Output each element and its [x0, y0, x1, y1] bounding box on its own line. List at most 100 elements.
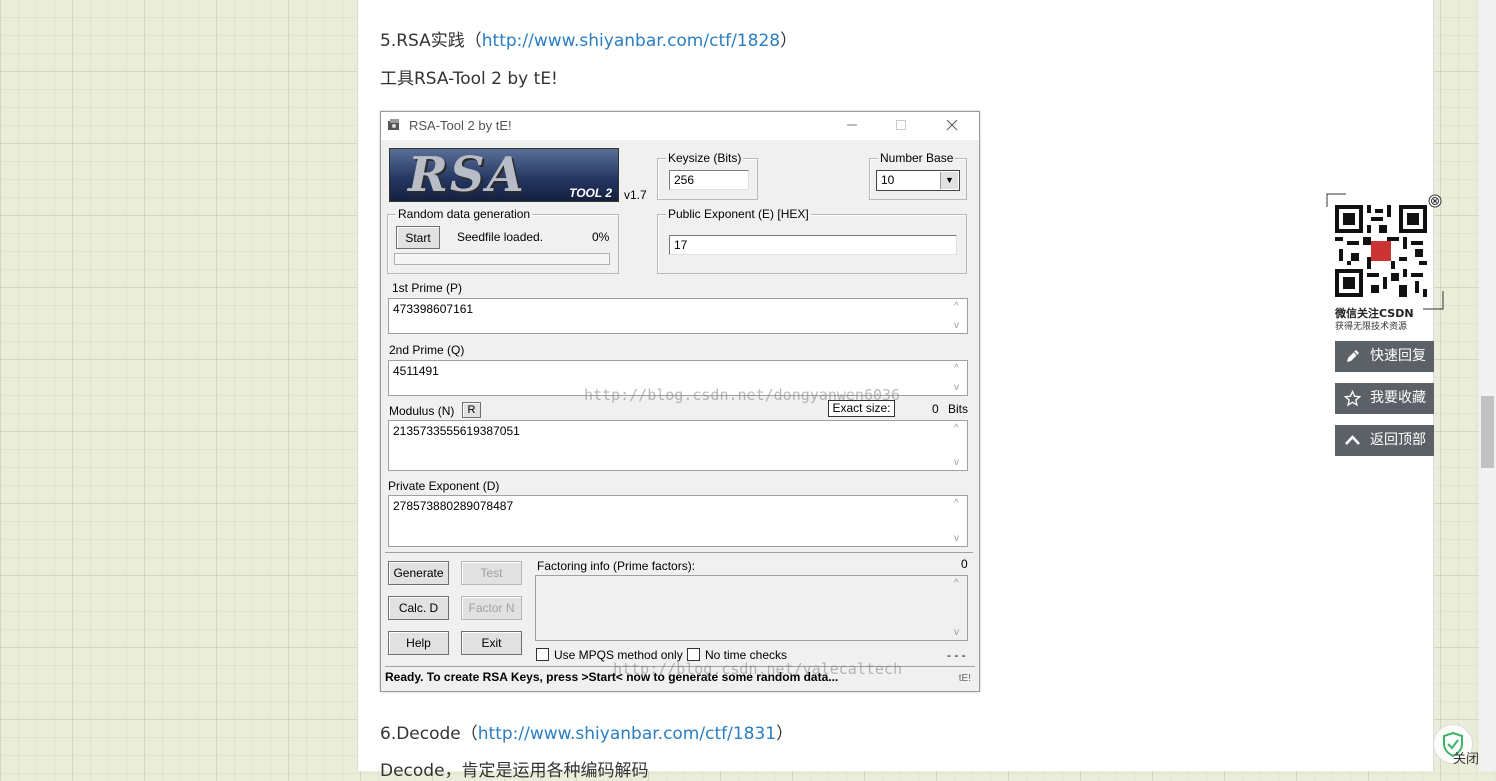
modulus-field[interactable]: 2135733555619387051 ^ v — [388, 420, 968, 471]
mpqs-checkbox[interactable] — [536, 648, 549, 661]
tool-description: 工具RSA-Tool 2 by tE! — [380, 69, 558, 89]
seedfile-status: Seedfile loaded. — [457, 230, 544, 244]
scroll-down-icon[interactable]: v — [954, 382, 959, 393]
public-exponent-group: Public Exponent (E) [HEX] 17 — [657, 207, 967, 274]
scrollbar-thumb[interactable] — [1481, 396, 1494, 468]
private-exponent-value: 278573880289078487 — [393, 499, 514, 513]
close-widget-label[interactable]: 关闭 — [1453, 748, 1479, 767]
private-exponent-field[interactable]: 278573880289078487 ^ v — [388, 495, 968, 547]
scroll-up-icon[interactable]: ^ — [954, 363, 959, 374]
close-button[interactable] — [937, 115, 967, 137]
random-data-label: Random data generation — [396, 207, 533, 221]
help-button[interactable]: Help — [388, 631, 449, 655]
keysize-label: Keysize (Bits) — [666, 151, 744, 165]
scroll-down-icon[interactable]: v — [954, 533, 959, 544]
prime-q-label: 2nd Prime (Q) — [389, 343, 465, 357]
prime-p-value: 473398607161 — [393, 302, 474, 316]
start-button[interactable]: Start — [396, 226, 440, 249]
maximize-icon — [896, 120, 906, 130]
public-exponent-label: Public Exponent (E) [HEX] — [666, 207, 811, 221]
prime-p-label: 1st Prime (P) — [392, 281, 463, 295]
modulus-scrollbar[interactable]: ^ v — [951, 421, 967, 470]
prime-p-scrollbar[interactable]: ^ v — [951, 299, 967, 333]
heading-suffix: ） — [780, 31, 798, 51]
keysize-group: Keysize (Bits) 256 — [657, 151, 758, 200]
random-data-group: Random data generation Start Seedfile lo… — [387, 207, 619, 274]
minimize-button[interactable] — [837, 115, 867, 137]
minimize-icon — [847, 124, 857, 126]
public-exponent-input[interactable]: 17 — [669, 235, 957, 255]
close-icon — [946, 119, 958, 131]
rsa-tool-window: RSA-Tool 2 by tE! RSA TOOL 2 v1.7 Keysiz… — [380, 111, 980, 692]
close-qr-icon[interactable] — [1428, 194, 1442, 208]
section-heading-rsa: 5.RSA实践（http://www.shiyanbar.com/ctf/182… — [380, 26, 797, 51]
status-tag: tE! — [958, 673, 971, 684]
quick-reply-label: 快速回复 — [1370, 348, 1426, 364]
factoring-info-field[interactable]: ^ v — [535, 575, 968, 641]
number-base-group: Number Base 10 ▼ — [869, 151, 967, 200]
version-label: v1.7 — [624, 188, 647, 202]
title-bar: RSA-Tool 2 by tE! — [381, 112, 979, 140]
factoring-info-label: Factoring info (Prime factors): — [537, 559, 696, 573]
scroll-up-icon[interactable]: ^ — [954, 498, 959, 509]
link-ctf-1828[interactable]: http://www.shiyanbar.com/ctf/1828 — [482, 31, 780, 51]
qr-subcaption: 获得无限技术资源 — [1335, 322, 1408, 332]
scroll-down-icon[interactable]: v — [954, 457, 959, 468]
maximize-button[interactable] — [886, 115, 916, 137]
prime-q-scrollbar[interactable]: ^ v — [951, 361, 967, 395]
scroll-down-icon[interactable]: v — [954, 320, 959, 331]
dashes-indicator: - - - — [947, 648, 966, 662]
factoring-scrollbar[interactable]: ^ v — [951, 576, 967, 640]
exact-size-value: 0 — [932, 402, 939, 416]
scroll-up-icon[interactable]: ^ — [954, 578, 959, 589]
heading-prefix: 6.Decode（ — [380, 724, 478, 744]
back-to-top-button[interactable]: 返回顶部 — [1335, 425, 1434, 456]
section-heading-decode: 6.Decode（http://www.shiyanbar.com/ctf/18… — [380, 719, 793, 744]
private-exponent-scrollbar[interactable]: ^ v — [951, 496, 967, 546]
bits-label: Bits — [948, 402, 969, 416]
logo-subtext: TOOL 2 — [569, 186, 612, 200]
modulus-value: 2135733555619387051 — [393, 424, 520, 438]
window-title: RSA-Tool 2 by tE! — [409, 118, 512, 133]
watermark-bottom: http://blog.csdn.net/valecaltech — [613, 660, 902, 678]
number-base-value: 10 — [881, 173, 895, 187]
rsa-logo: RSA TOOL 2 — [389, 148, 619, 202]
quick-reply-button[interactable]: 快速回复 — [1335, 341, 1434, 372]
keysize-input[interactable]: 256 — [669, 170, 749, 190]
scroll-up-icon[interactable]: ^ — [954, 423, 959, 434]
divider — [385, 552, 973, 553]
calc-d-button[interactable]: Calc. D — [388, 596, 449, 620]
private-exponent-label: Private Exponent (D) — [388, 479, 500, 493]
scroll-down-icon[interactable]: v — [954, 627, 959, 638]
csdn-qr-widget: 微信关注CSDN 获得无限技术资源 — [1326, 193, 1444, 333]
exit-button[interactable]: Exit — [461, 631, 522, 655]
prime-q-value: 4511491 — [393, 364, 439, 378]
prime-p-field[interactable]: 473398607161 ^ v — [388, 298, 968, 334]
test-button[interactable]: Test — [461, 561, 522, 585]
decode-description: Decode，肯定是运用各种编码解码 — [380, 761, 649, 781]
back-to-top-label: 返回顶部 — [1370, 432, 1426, 448]
logo-text: RSA — [408, 148, 526, 202]
link-ctf-1831[interactable]: http://www.shiyanbar.com/ctf/1831 — [478, 724, 776, 744]
scroll-up-icon[interactable]: ^ — [954, 301, 959, 312]
pencil-icon — [1347, 350, 1359, 362]
page-scrollbar[interactable] — [1479, 0, 1496, 771]
modulus-label: Modulus (N) — [389, 404, 455, 418]
dropdown-arrow-icon[interactable]: ▼ — [940, 172, 958, 189]
random-progress-bar — [394, 253, 610, 265]
factor-n-button[interactable]: Factor N — [461, 596, 522, 620]
watermark-top: http://blog.csdn.net/dongyanwen6036 — [584, 386, 901, 404]
qr-code-icon — [1335, 205, 1427, 297]
modulus-r-button[interactable]: R — [462, 402, 481, 418]
number-base-select[interactable]: 10 ▼ — [876, 170, 960, 191]
app-icon — [388, 119, 399, 130]
heading-suffix: ） — [776, 724, 794, 744]
heading-prefix: 5.RSA实践（ — [380, 31, 482, 51]
generate-button[interactable]: Generate — [388, 561, 449, 585]
chevron-up-icon — [1345, 435, 1360, 445]
favorite-button[interactable]: 我要收藏 — [1335, 383, 1434, 414]
number-base-label: Number Base — [878, 151, 956, 165]
progress-percent: 0% — [592, 230, 610, 244]
factoring-count: 0 — [961, 557, 968, 571]
favorite-label: 我要收藏 — [1370, 390, 1426, 406]
